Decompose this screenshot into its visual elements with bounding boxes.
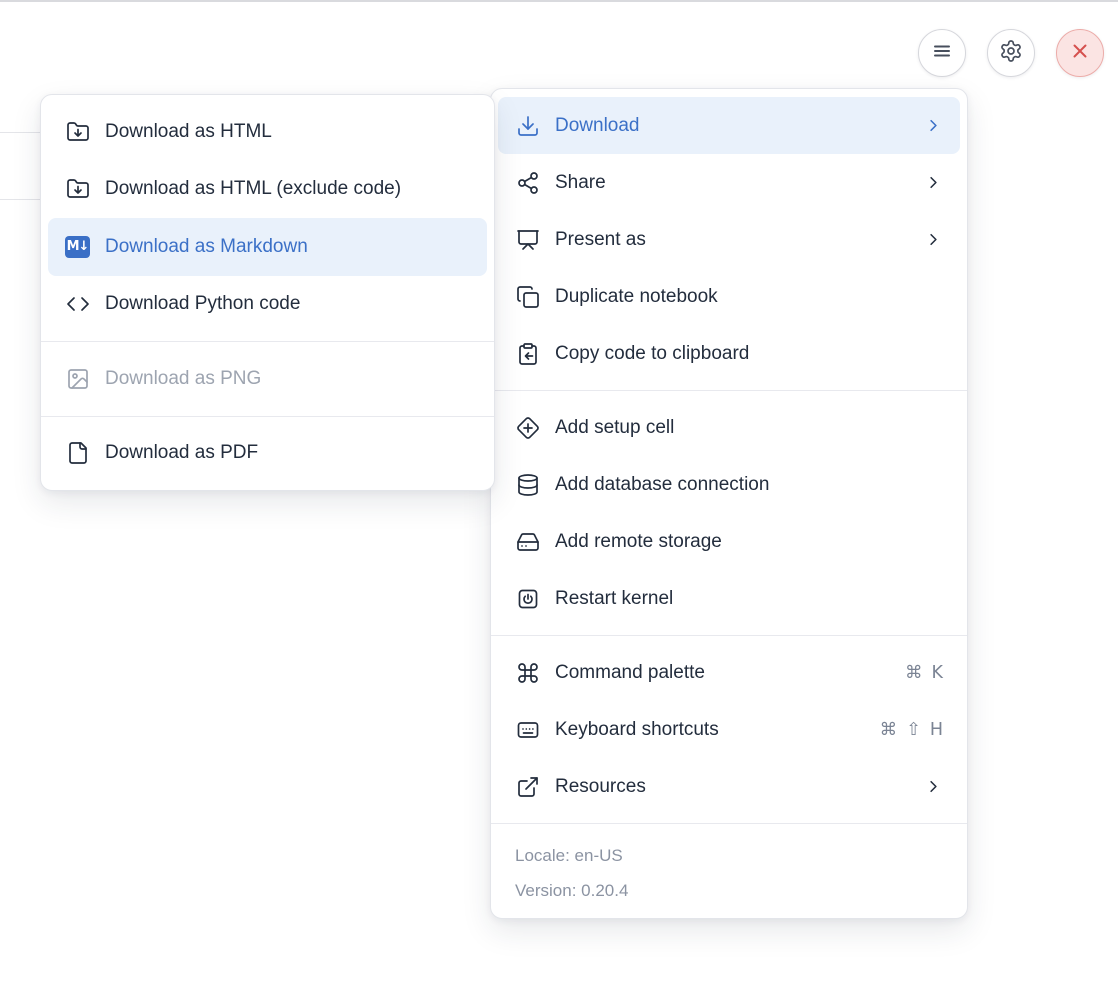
clipboard-arrow-icon: [515, 341, 540, 366]
menu-separator: [491, 635, 967, 636]
menu-item-restart-kernel[interactable]: Restart kernel: [498, 570, 960, 627]
copy-icon: [515, 284, 540, 309]
shortcut-key: K: [932, 663, 943, 683]
app-screen: Download as HTML Download as HTML (exclu…: [0, 0, 1118, 984]
menu-item-label: Download as PDF: [105, 442, 258, 464]
folder-down-icon: [65, 177, 90, 202]
code-icon: [65, 292, 90, 317]
menu-item-label: Resources: [555, 776, 646, 798]
menu-separator: [491, 390, 967, 391]
background-divider: [0, 199, 41, 200]
menu-item-label: Download as HTML (exclude code): [105, 178, 401, 200]
share-icon: [515, 170, 540, 195]
menu-item-label: Download as Markdown: [105, 236, 308, 258]
menu-item-download-as-png: Download as PNG: [48, 350, 487, 408]
close-button[interactable]: [1056, 29, 1104, 77]
menu-item-command-palette[interactable]: Command palette ⌘ K: [498, 644, 960, 701]
chevron-right-icon: [924, 173, 943, 192]
menu-item-keyboard-shortcuts[interactable]: Keyboard shortcuts ⌘ ⇧ H: [498, 701, 960, 758]
chevron-right-icon: [924, 116, 943, 135]
menu-separator: [491, 823, 967, 824]
close-x-icon: [1068, 39, 1092, 68]
menu-item-label: Duplicate notebook: [555, 286, 718, 308]
background-divider: [0, 132, 41, 133]
command-icon: [515, 660, 540, 685]
external-link-icon: [515, 774, 540, 799]
shortcut-key: H: [930, 720, 943, 740]
menu-item-label: Download: [555, 115, 640, 137]
menu-item-present-as[interactable]: Present as: [498, 211, 960, 268]
keyboard-icon: [515, 717, 540, 742]
menu-footer: Locale: en-US Version: 0.20.4: [491, 832, 967, 910]
menu-item-label: Restart kernel: [555, 588, 673, 610]
menu-item-add-database-connection[interactable]: Add database connection: [498, 456, 960, 513]
menu-item-download-as-html[interactable]: Download as HTML: [48, 103, 487, 161]
notebook-menu: Download Share Present as Duplicate note…: [490, 88, 968, 919]
settings-button[interactable]: [987, 29, 1035, 77]
markdown-icon: M↓: [65, 234, 90, 259]
file-icon: [65, 441, 90, 466]
menu-item-download-as-markdown[interactable]: M↓ Download as Markdown: [48, 218, 487, 276]
menu-item-label: Keyboard shortcuts: [555, 719, 719, 741]
menu-item-label: Download as PNG: [105, 368, 261, 390]
shortcut-keys: ⌘ K: [905, 663, 943, 683]
diamond-plus-icon: [515, 415, 540, 440]
menu-item-copy-code-to-clipboard[interactable]: Copy code to clipboard: [498, 325, 960, 382]
top-border-line: [0, 0, 1118, 2]
menu-item-label: Command palette: [555, 662, 705, 684]
download-submenu: Download as HTML Download as HTML (exclu…: [40, 94, 495, 491]
hamburger-icon: [930, 39, 954, 68]
download-icon: [515, 113, 540, 138]
menu-item-label: Add remote storage: [555, 531, 722, 553]
menu-item-label: Add database connection: [555, 474, 769, 496]
menu-item-resources[interactable]: Resources: [498, 758, 960, 815]
shortcut-key: ⌘: [905, 663, 923, 683]
image-icon: [65, 366, 90, 391]
menu-item-download-as-pdf[interactable]: Download as PDF: [48, 425, 487, 483]
database-icon: [515, 472, 540, 497]
version-text: Version: 0.20.4: [515, 873, 943, 908]
locale-text: Locale: en-US: [515, 838, 943, 873]
menu-separator: [41, 341, 494, 342]
menu-item-label: Add setup cell: [555, 417, 674, 439]
notebook-toolbar: [918, 29, 1104, 77]
power-square-icon: [515, 586, 540, 611]
menu-item-duplicate-notebook[interactable]: Duplicate notebook: [498, 268, 960, 325]
menu-item-label: Share: [555, 172, 606, 194]
menu-item-add-setup-cell[interactable]: Add setup cell: [498, 399, 960, 456]
hard-drive-icon: [515, 529, 540, 554]
menu-item-label: Download as HTML: [105, 121, 272, 143]
presentation-icon: [515, 227, 540, 252]
shortcut-key: ⇧: [906, 720, 921, 740]
menu-item-share[interactable]: Share: [498, 154, 960, 211]
chevron-right-icon: [924, 230, 943, 249]
folder-down-icon: [65, 119, 90, 144]
menu-button[interactable]: [918, 29, 966, 77]
menu-separator: [41, 416, 494, 417]
shortcut-key: ⌘: [880, 720, 898, 740]
menu-item-label: Download Python code: [105, 293, 300, 315]
menu-item-download-python-code[interactable]: Download Python code: [48, 276, 487, 334]
menu-item-label: Present as: [555, 229, 646, 251]
menu-item-label: Copy code to clipboard: [555, 343, 749, 365]
gear-icon: [999, 39, 1023, 68]
menu-item-download-as-html-exclude-code[interactable]: Download as HTML (exclude code): [48, 161, 487, 219]
menu-item-download[interactable]: Download: [498, 97, 960, 154]
menu-item-add-remote-storage[interactable]: Add remote storage: [498, 513, 960, 570]
chevron-right-icon: [924, 777, 943, 796]
shortcut-keys: ⌘ ⇧ H: [880, 720, 943, 740]
